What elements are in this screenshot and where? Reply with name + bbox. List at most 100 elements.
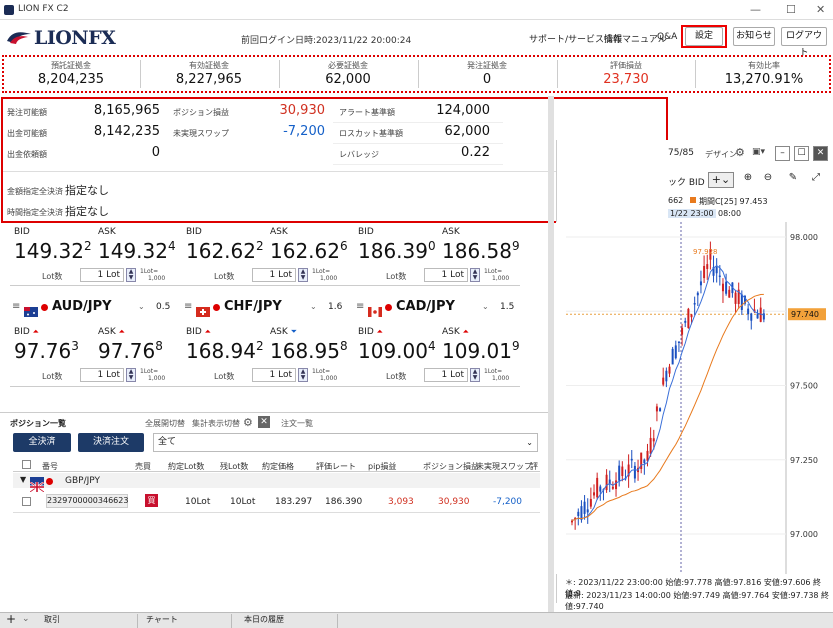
column-header[interactable]: 未実現スワップ	[476, 461, 532, 472]
lot-input[interactable]: 1 Lot	[252, 368, 296, 382]
pair-name[interactable]: CHF/JPY	[224, 299, 282, 314]
window-menu-icon[interactable]: ▣▾	[752, 147, 765, 157]
bid-label: BID ⏶	[14, 327, 40, 337]
app-header: LIONFX 前回ログイン日時:2023/11/22 20:00:24 サポート…	[0, 21, 833, 58]
draw-icon[interactable]: ✎	[785, 172, 801, 188]
candle-body	[643, 459, 646, 464]
candle-body	[696, 292, 699, 296]
chart-close-icon[interactable]: ✕	[813, 146, 828, 161]
candle-body	[677, 341, 680, 343]
notice-button[interactable]: お知らせ	[733, 27, 775, 46]
candle-body	[577, 511, 580, 517]
lot-stepper[interactable]: ▲ ▼	[126, 268, 136, 282]
chevron-down-icon[interactable]: ⌄	[482, 302, 489, 311]
pair-name[interactable]: CAD/JPY	[396, 299, 455, 314]
chart-footer-2: 最新: 2023/11/23 14:00:00 始値:97.749 高値:97.…	[565, 591, 830, 611]
lot-note: 1Lot= 1,000	[312, 368, 338, 382]
column-header[interactable]: 残Lot数	[220, 461, 248, 472]
lot-stepper[interactable]: ▲ ▼	[298, 268, 308, 282]
column-header[interactable]: 評価レート	[316, 461, 356, 472]
legend-2: 期間C[25] 97.453	[699, 197, 768, 206]
chart-title-fragment: 75/85	[668, 148, 694, 158]
settle-order-button[interactable]: 決済注文	[78, 433, 144, 452]
candle-body	[693, 303, 696, 305]
orders-tab[interactable]: 注文一覧	[281, 418, 313, 429]
minimize-icon[interactable]: —	[750, 3, 761, 16]
column-header[interactable]: ポジション損益	[423, 461, 479, 472]
chevron-down-icon[interactable]: ⌄	[138, 302, 145, 311]
lot-input[interactable]: 1 Lot	[80, 268, 124, 282]
add-tab-icon[interactable]: +	[6, 612, 16, 626]
candle-body	[586, 509, 589, 513]
lot-stepper[interactable]: ▲ ▼	[126, 368, 136, 382]
detail-label: 出金依頼額	[7, 150, 47, 159]
close-icon[interactable]: ✕	[258, 416, 270, 428]
chevron-down-icon[interactable]: ⌄	[310, 302, 317, 311]
ask-price-button[interactable]: 162.626	[270, 239, 348, 263]
filter-value: 全て	[158, 437, 177, 447]
lot-label: Lot数	[214, 372, 235, 381]
lot-input[interactable]: 1 Lot	[424, 268, 468, 282]
filter-select[interactable]: 全て ⌄	[153, 433, 538, 452]
gear-icon[interactable]: ⚙	[243, 416, 253, 429]
column-header[interactable]: 番号	[42, 461, 58, 472]
settle-all-button[interactable]: 全決済	[13, 433, 71, 452]
ask-price-button[interactable]: 168.958	[270, 339, 348, 363]
chevron-down-icon[interactable]: ⌄	[22, 614, 30, 624]
bid-price-button[interactable]: 109.004	[358, 339, 436, 363]
settings-button[interactable]: 設定	[685, 27, 723, 46]
collapse-icon[interactable]: ▼	[20, 475, 26, 484]
close-icon[interactable]: ✕	[816, 3, 825, 16]
drag-handle-icon[interactable]: ≡	[12, 301, 20, 312]
ask-price-button[interactable]: 186.589	[442, 239, 520, 263]
ask-price-button[interactable]: 149.324	[98, 239, 176, 263]
column-header[interactable]: 売買	[135, 461, 151, 472]
candle-chart[interactable]: 98.00097.75097.50097.25097.00097.74097.9…	[556, 222, 830, 574]
position-id[interactable]: 2329700000346623	[46, 494, 128, 508]
splitter[interactable]	[548, 96, 554, 612]
column-header[interactable]: 約定Lot数	[168, 461, 204, 472]
chart-maximize-icon[interactable]: ☐	[794, 146, 809, 161]
tab-history[interactable]: 本日の履歴	[238, 614, 338, 628]
expand-icon[interactable]: ⤢	[808, 172, 824, 188]
drag-handle-icon[interactable]: ≡	[356, 301, 364, 312]
column-header[interactable]: 評	[530, 461, 538, 472]
spread-value: 1.5	[500, 302, 515, 312]
summary-toggle[interactable]: 集計表示切替	[192, 418, 240, 429]
ask-price-button[interactable]: 109.019	[442, 339, 520, 363]
ask-price-button[interactable]: 97.768	[98, 339, 163, 363]
bid-price-button[interactable]: 162.622	[186, 239, 264, 263]
bid-price-button[interactable]: 97.763	[14, 339, 79, 363]
expand-toggle[interactable]: 全展開切替	[145, 418, 185, 429]
column-header[interactable]: 約定価格	[262, 461, 294, 472]
bid-price-button[interactable]: 168.942	[186, 339, 264, 363]
tab-chart[interactable]: チャート	[140, 614, 232, 628]
bid-price-button[interactable]: 149.322	[14, 239, 92, 263]
lot-input[interactable]: 1 Lot	[80, 368, 124, 382]
column-header[interactable]: pip損益	[368, 461, 396, 472]
row-checkbox[interactable]	[22, 497, 31, 506]
tab-trade[interactable]: 取引	[38, 614, 138, 628]
zoom-in-icon[interactable]: ⊕	[740, 172, 756, 188]
detail-value: 0.22	[461, 145, 490, 160]
chart-minimize-icon[interactable]: –	[775, 146, 790, 161]
select-all-checkbox[interactable]	[22, 460, 31, 469]
design-menu[interactable]: デザイン	[705, 149, 737, 160]
candle-body	[715, 267, 718, 274]
lot-stepper[interactable]: ▲ ▼	[470, 268, 480, 282]
logout-button[interactable]: ログアウト	[781, 27, 827, 58]
gear-icon[interactable]: ⚙	[735, 146, 745, 159]
pair-name[interactable]: AUD/JPY	[52, 299, 112, 314]
crosshair-icon[interactable]: +⌄	[708, 172, 734, 188]
lot-stepper[interactable]: ▲ ▼	[298, 368, 308, 382]
lot-input[interactable]: 1 Lot	[424, 368, 468, 382]
lot-stepper[interactable]: ▲ ▼	[470, 368, 480, 382]
zoom-out-icon[interactable]: ⊖	[760, 172, 776, 188]
candle-body	[646, 450, 649, 461]
drag-handle-icon[interactable]: ≡	[184, 301, 192, 312]
candle-body	[611, 486, 614, 489]
qa-link[interactable]: Q&A	[657, 32, 677, 42]
bid-price-button[interactable]: 186.390	[358, 239, 436, 263]
lot-input[interactable]: 1 Lot	[252, 268, 296, 282]
maximize-icon[interactable]: ☐	[786, 3, 796, 16]
